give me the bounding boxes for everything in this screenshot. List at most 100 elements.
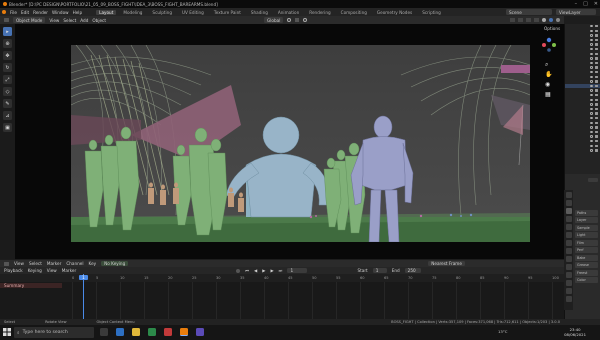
panel-bake[interactable]: Bake — [575, 254, 598, 261]
marker-menu-timeline[interactable]: Marker — [62, 268, 76, 273]
taskbar-clock[interactable]: 23:40 08/06/2021 — [564, 327, 586, 337]
panel-layer[interactable]: Layer — [575, 217, 598, 223]
visibility-eye-icon[interactable] — [590, 52, 594, 56]
render-camera-icon[interactable] — [595, 94, 598, 97]
browser-icon[interactable] — [116, 328, 124, 336]
scene-selector[interactable]: Scene — [506, 9, 552, 15]
workspace-tab-animation[interactable]: Animation — [275, 10, 302, 15]
visibility-eye-icon[interactable] — [590, 48, 594, 51]
timeline-marker-menu[interactable]: Marker — [47, 261, 61, 266]
minimize-button[interactable]: – — [575, 1, 578, 7]
render-camera-icon[interactable] — [595, 149, 598, 152]
add-menu[interactable]: Add — [80, 18, 88, 23]
render-camera-icon[interactable] — [595, 130, 598, 134]
visibility-eye-icon[interactable] — [590, 121, 594, 124]
editor-type-icon[interactable] — [4, 18, 9, 22]
tool-tab-icon[interactable] — [565, 192, 572, 198]
panel-color[interactable]: Color — [575, 277, 598, 283]
camera-view-render[interactable] — [71, 45, 530, 242]
render-camera-icon[interactable] — [595, 71, 598, 74]
visibility-eye-icon[interactable] — [590, 80, 594, 83]
workspace-tab-scripting[interactable]: Scripting — [419, 10, 444, 15]
close-button[interactable]: ✕ — [594, 1, 598, 7]
select-menu[interactable]: Select — [63, 18, 76, 23]
data-tab-icon[interactable] — [565, 288, 572, 294]
taskbar-search-box[interactable]: ⌕ Type here to search — [14, 327, 94, 338]
current-frame-badge[interactable]: 1 — [79, 275, 88, 280]
perspective-grid-icon[interactable]: ▦ — [545, 91, 551, 98]
visibility-eye-icon[interactable] — [590, 149, 594, 152]
viewport-options-button[interactable]: Options — [544, 26, 560, 31]
z-axis-icon[interactable] — [546, 37, 552, 43]
menu-window[interactable]: Window — [52, 10, 69, 15]
render-camera-icon[interactable] — [595, 61, 598, 65]
cursor-tool-icon[interactable]: ⊕ — [3, 39, 12, 48]
material-tab-icon[interactable] — [565, 296, 572, 302]
render-camera-icon[interactable] — [595, 116, 598, 120]
render-camera-icon[interactable] — [595, 107, 598, 111]
axis-gizmo[interactable] — [542, 37, 556, 52]
render-camera-icon[interactable] — [595, 29, 598, 33]
render-camera-icon[interactable] — [595, 144, 598, 147]
visibility-eye-icon[interactable] — [590, 107, 594, 111]
visibility-eye-icon[interactable] — [590, 126, 594, 129]
x-axis-icon[interactable] — [542, 43, 546, 47]
workspace-tab-compositing[interactable]: Compositing — [338, 10, 370, 15]
render-camera-icon[interactable] — [595, 89, 598, 92]
render-camera-icon[interactable] — [595, 43, 598, 46]
render-camera-icon[interactable] — [595, 66, 598, 69]
menu-render[interactable]: Render — [33, 10, 48, 15]
render-camera-icon[interactable] — [595, 121, 598, 124]
visibility-eye-icon[interactable] — [590, 57, 594, 60]
shading-material-icon[interactable] — [549, 18, 553, 22]
task-view-icon[interactable] — [100, 328, 108, 336]
visibility-eye-icon[interactable] — [590, 116, 594, 120]
shading-solid-icon[interactable] — [542, 18, 546, 22]
visibility-eye-icon[interactable] — [590, 94, 594, 97]
move-tool-icon[interactable]: ✥ — [3, 51, 12, 60]
panel-sample[interactable]: Sample — [575, 224, 598, 231]
render-camera-icon[interactable] — [595, 139, 598, 143]
workspace-tab-rendering[interactable]: Rendering — [306, 10, 333, 15]
weather-widget[interactable]: 13°C — [498, 329, 507, 334]
panel-freest[interactable]: Freest — [575, 269, 598, 276]
select-tool-icon[interactable]: ▸ — [3, 27, 12, 36]
windows-start-icon[interactable] — [3, 328, 11, 337]
app-icon-red[interactable] — [164, 328, 172, 336]
render-camera-icon[interactable] — [595, 57, 598, 60]
render-camera-icon[interactable] — [595, 48, 598, 51]
visibility-eye-icon[interactable] — [590, 139, 594, 143]
menu-edit[interactable]: Edit — [21, 10, 29, 15]
visibility-eye-icon[interactable] — [590, 84, 594, 88]
end-frame-field[interactable]: 250 — [404, 267, 421, 274]
outliner-panel[interactable] — [564, 24, 600, 174]
render-camera-icon[interactable] — [595, 38, 598, 42]
maximize-button[interactable]: □ — [583, 1, 588, 7]
outliner-row[interactable] — [565, 148, 600, 153]
menu-help[interactable]: Help — [73, 10, 83, 15]
panel-perf[interactable]: Perf — [575, 247, 598, 253]
timeline-select-menu[interactable]: Select — [29, 261, 42, 266]
view-menu[interactable]: View — [49, 18, 59, 23]
gizmo-toggle-icon[interactable] — [518, 18, 523, 22]
measure-tool-icon[interactable]: ⊿ — [3, 111, 12, 120]
visibility-eye-icon[interactable] — [590, 38, 594, 42]
render-camera-icon[interactable] — [595, 75, 598, 79]
workspace-tab-texture-paint[interactable]: Texture Paint — [211, 10, 244, 15]
panel-light[interactable]: Light — [575, 232, 598, 238]
scale-tool-icon[interactable]: ⤢ — [3, 75, 12, 84]
workspace-tab-layout[interactable]: Layout — [96, 9, 117, 15]
timeline-channel-menu[interactable]: Channel — [66, 261, 83, 266]
app-icon-green[interactable] — [148, 328, 156, 336]
visibility-eye-icon[interactable] — [590, 130, 594, 134]
current-frame-field[interactable]: 1 — [287, 267, 308, 274]
panel-paths[interactable]: Paths — [575, 209, 598, 216]
panel-grease[interactable]: Grease — [575, 262, 598, 268]
workspace-tab-modeling[interactable]: Modeling — [120, 10, 145, 15]
workspace-tab-geometry-nodes[interactable]: Geometry Nodes — [374, 10, 415, 15]
camera-view-icon[interactable]: ◉ — [545, 81, 550, 88]
visibility-eye-icon[interactable] — [590, 43, 594, 46]
transform-orientation-selector[interactable]: Global — [264, 17, 284, 23]
render-camera-icon[interactable] — [595, 84, 598, 88]
panel-film[interactable]: Film — [575, 239, 598, 246]
